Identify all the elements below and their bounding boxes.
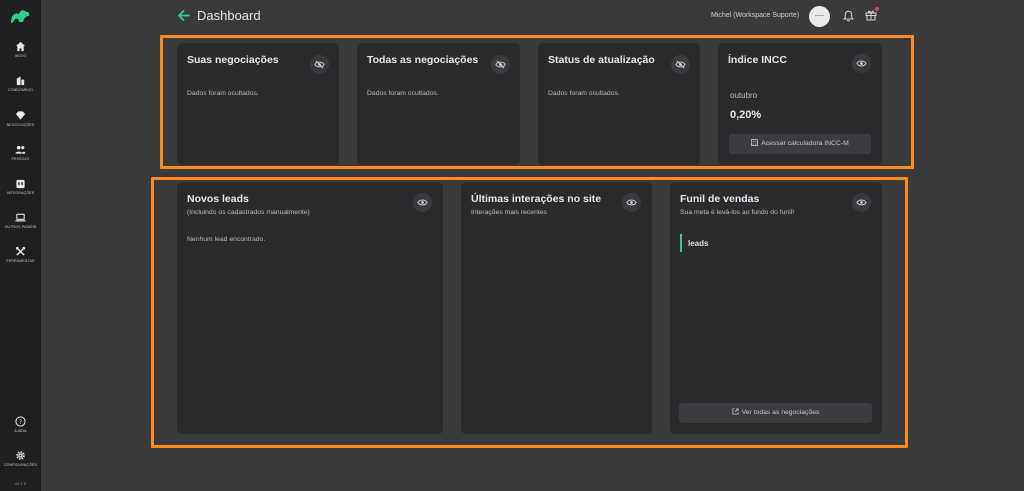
laptop-icon [15,213,26,222]
app-version: v2.1.0 [15,481,26,486]
notification-dot [875,7,879,11]
toggle-visibility-button[interactable] [622,193,641,212]
card-title: Status de atualização [548,54,655,66]
toggle-visibility-button[interactable] [413,193,432,212]
eye-off-icon [675,60,686,69]
sidebar-item-label: Configurações [3,463,38,467]
back-arrow-icon[interactable] [177,9,190,22]
sidebar-item-label: Condomínio [8,88,33,92]
card-title: Novos leads [187,193,249,205]
sidebar-item-label: Outros painéis [4,225,37,229]
card-todas-as-negociacoes: Todas as negociações Dados foram ocultad… [357,43,520,165]
card-subtitle: Sua meta é levá-los ao fundo do funil! [680,209,795,216]
incc-value: 0,20% [730,109,762,121]
empty-leads-text: Nenhum lead encontrado. [187,236,266,243]
sidebar-item-label: Integrações [6,191,35,195]
home-icon [15,41,26,52]
sidebar-item-ferramentas[interactable]: Ferramentas [0,246,41,263]
hidden-data-text: Dados foram ocultados. [187,90,259,97]
building-icon [16,76,25,86]
incc-month: outubro [730,91,758,100]
toggle-visibility-button[interactable] [491,55,510,74]
card-novos-leads: Novos leads (Incluindo os cadastrados ma… [177,182,443,434]
gear-icon [16,451,25,460]
card-ultimas-interacoes: Últimas interações no site Interações ma… [461,182,652,434]
funnel-stage-bar [680,234,682,252]
sidebar: Início Condomínio Negociações Pessoas In… [0,0,41,491]
notification-bell-icon[interactable] [843,10,854,22]
svg-text:?: ? [19,418,22,426]
card-subtitle: (Incluindo os cadastrados manualmente) [187,209,310,216]
eye-off-icon [314,60,325,69]
sidebar-item-ajuda[interactable]: ? Ajuda [0,416,41,433]
card-title: Índice INCC [728,54,787,66]
sidebar-item-label: Ferramentas [6,259,35,263]
sidebar-item-negociacoes[interactable]: Negociações [0,110,41,127]
card-funil-de-vendas: Funil de vendas Sua meta é levá-los ao f… [670,182,882,434]
sidebar-item-configuracoes[interactable]: Configurações [0,450,41,467]
sidebar-item-outros-paineis[interactable]: Outros painéis [0,212,41,229]
sidebar-item-label: Ajuda [14,429,27,433]
toggle-visibility-button[interactable] [852,193,871,212]
help-icon: ? [15,416,26,427]
user-name: Michel (Workspace Suporte) [711,12,800,19]
page-title: Dashboard [197,8,261,23]
avatar[interactable] [809,6,830,27]
view-all-deals-button[interactable]: Ver todas as negociações [679,403,872,423]
integrations-icon [16,179,25,189]
calculator-icon [751,139,759,146]
incc-calculator-button[interactable]: Acessar calculadora INCC-M [729,134,871,154]
sidebar-item-label: Pessoas [11,157,30,161]
toggle-visibility-button[interactable] [310,55,329,74]
toggle-visibility-button[interactable] [852,54,871,73]
toggle-visibility-button[interactable] [671,55,690,74]
sidebar-item-label: Início [14,54,27,58]
card-title: Funil de vendas [680,193,760,205]
card-status-de-atualizacao: Status de atualização Dados foram oculta… [538,43,700,165]
eye-icon [856,60,867,67]
funnel-stage-label[interactable]: leads [688,239,708,248]
incc-calculator-label: Acessar calculadora INCC-M [761,140,849,147]
tools-icon [15,246,26,256]
hidden-data-text: Dados foram ocultados. [367,90,439,97]
card-title: Suas negociações [187,54,279,66]
card-indice-incc: Índice INCC outubro 0,20% Acessar calcul… [718,43,882,165]
app-logo[interactable] [9,7,31,25]
eye-icon [417,199,428,206]
eye-icon [856,199,867,206]
eye-off-icon [495,60,506,69]
eye-icon [626,199,637,206]
avatar-placeholder [815,15,824,16]
card-title: Últimas interações no site [471,193,602,205]
sidebar-item-pessoas[interactable]: Pessoas [0,144,41,161]
hidden-data-text: Dados foram ocultados. [548,90,620,97]
sidebar-item-integracoes[interactable]: Integrações [0,178,41,195]
view-all-deals-label: Ver todas as negociações [741,409,820,416]
people-icon [15,145,26,154]
card-title: Todas as negociações [367,54,479,66]
sidebar-item-condominio[interactable]: Condomínio [0,75,41,92]
diamond-icon [15,111,26,120]
external-link-icon [732,408,739,415]
sidebar-item-label: Negociações [6,123,35,127]
card-subtitle: Interações mais recentes [471,209,547,216]
card-suas-negociacoes: Suas negociações Dados foram ocultados. [177,43,339,165]
sidebar-item-inicio[interactable]: Início [0,41,41,58]
